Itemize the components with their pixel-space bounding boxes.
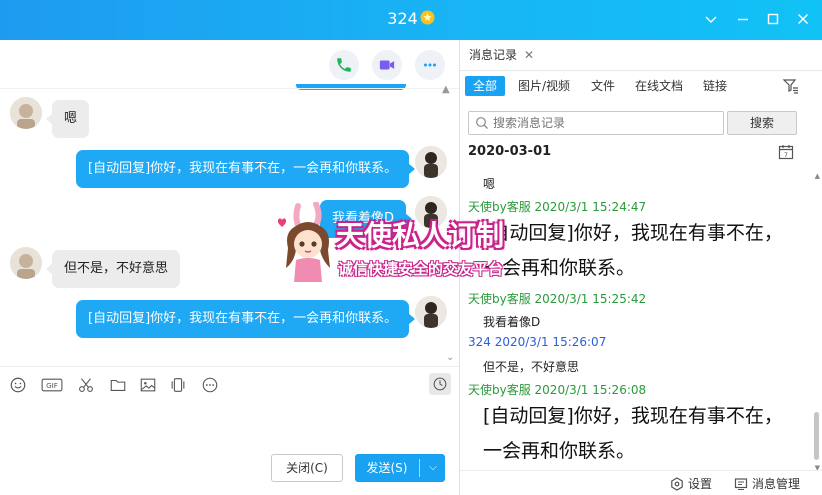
avatar[interactable] [415, 146, 447, 178]
more-dots-icon [424, 63, 436, 67]
history-message: 一会再和你联系。 [483, 440, 636, 462]
history-message: 我看着像D [483, 315, 541, 329]
history-date: 2020-03-01 [468, 144, 552, 159]
gear-icon [671, 476, 683, 491]
tab-label: 消息记录 [469, 48, 518, 62]
svg-text:7: 7 [784, 151, 788, 159]
filter-settings-icon[interactable] [782, 77, 800, 95]
close-chat-button[interactable]: 关闭(C) [271, 454, 343, 482]
history-message: 嗯 [483, 177, 496, 191]
avatar[interactable] [415, 296, 447, 328]
avatar[interactable] [10, 97, 42, 129]
message-bubble: [自动回复]你好，我现在有事不在，一会再和你联系。 [76, 300, 416, 338]
history-footer: 设置 消息管理 [460, 470, 822, 495]
video-camera-icon [379, 60, 395, 70]
settings-label: 设置 [688, 477, 713, 491]
video-call-button[interactable] [372, 50, 402, 80]
send-label: 发送(S) [366, 461, 408, 475]
message-input[interactable] [0, 402, 459, 450]
message-bubble: 但不是，不好意思 [45, 250, 181, 288]
dropdown-chevron-icon[interactable] [703, 11, 719, 27]
more-actions-button[interactable] [415, 50, 445, 80]
phone-icon [337, 58, 351, 72]
more-tools-icon[interactable] [200, 375, 220, 395]
filter-all[interactable]: 全部 [465, 76, 506, 96]
cartoon-girl-logo-icon [277, 202, 330, 282]
gif-icon[interactable]: GIF [40, 375, 64, 395]
history-search-box [468, 111, 724, 135]
previous-message-edge [296, 84, 406, 90]
minimize-icon[interactable] [735, 11, 751, 27]
message-bubble: [自动回复]你好，我现在有事不在，一会再和你联系。 [76, 150, 416, 188]
svg-text:GIF: GIF [46, 381, 58, 390]
close-window-icon[interactable] [795, 11, 811, 27]
tab-divider [460, 70, 822, 71]
star-icon [420, 10, 435, 25]
calendar-icon[interactable]: 7 [778, 144, 794, 160]
window-title-wrap: 324 [0, 9, 822, 28]
history-message: 但不是，不好意思 [483, 360, 580, 374]
history-scroll-up-icon[interactable]: ▲ [815, 172, 820, 180]
emoji-icon[interactable] [8, 375, 28, 395]
scroll-down-icon[interactable]: ⌄ [446, 352, 454, 363]
watermark: 天使私人订制 诚信快捷安全的交友平台 [270, 200, 560, 288]
message-manage-icon [734, 477, 748, 490]
scissors-icon[interactable] [76, 375, 96, 395]
filter-links[interactable]: 链接 [695, 76, 735, 96]
tab-message-history[interactable]: 消息记录 ✕ [460, 40, 540, 70]
message-bubble: 嗯 [45, 100, 90, 138]
history-scrollbar[interactable] [814, 412, 819, 460]
send-options-chevron-icon[interactable]: ⌵ [423, 454, 443, 482]
history-meta: 324 2020/3/1 15:26:07 [468, 335, 607, 349]
message-manager-label: 消息管理 [752, 477, 801, 491]
close-tab-icon[interactable]: ✕ [524, 40, 534, 70]
filter-online-docs[interactable]: 在线文档 [627, 76, 691, 96]
image-icon[interactable] [138, 375, 158, 395]
history-meta: 天使by客服 2020/3/1 15:26:08 [468, 383, 647, 397]
history-meta: 天使by客服 2020/3/1 15:25:42 [468, 292, 647, 306]
folder-icon[interactable] [108, 375, 128, 395]
history-search-input[interactable] [493, 114, 719, 132]
call-actions [329, 50, 445, 80]
filter-images-videos[interactable]: 图片/视频 [510, 76, 578, 96]
window-title: 324 [387, 9, 418, 28]
watermark-subtitle: 诚信快捷安全的交友平台 [338, 260, 504, 278]
title-bar: 324 [0, 0, 822, 40]
chat-top-divider [0, 88, 459, 89]
search-icon [476, 117, 488, 129]
settings-button[interactable]: 设置 [670, 475, 712, 492]
filter-files[interactable]: 文件 [583, 76, 623, 96]
voice-call-button[interactable] [329, 50, 359, 80]
watermark-title: 天使私人订制 [336, 219, 505, 252]
message-history-button[interactable] [429, 373, 451, 395]
history-message: [自动回复]你好，我现在有事不在， [483, 405, 783, 427]
message-manager-button[interactable]: 消息管理 [734, 475, 800, 492]
send-button[interactable]: 发送(S) ⌵ [355, 454, 445, 482]
avatar[interactable] [10, 247, 42, 279]
history-search-button[interactable]: 搜索 [727, 111, 797, 135]
maximize-icon[interactable] [765, 11, 781, 27]
composer-toolbar: GIF [0, 366, 459, 402]
send-divider [419, 459, 420, 477]
vibrate-phone-icon[interactable] [168, 375, 188, 395]
clock-icon [433, 377, 447, 391]
